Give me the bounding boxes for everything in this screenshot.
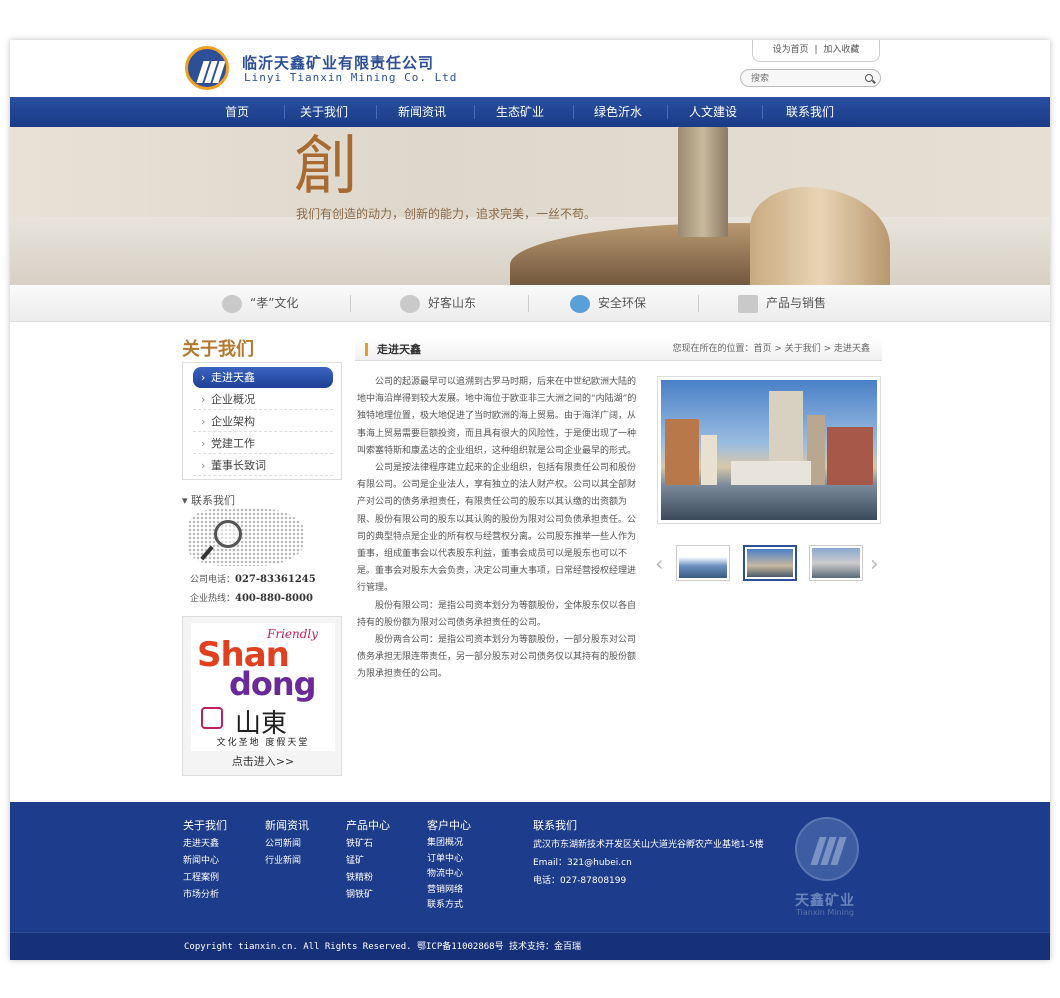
company-name-cn: 临沂天鑫矿业有限责任公司 (242, 54, 435, 72)
footer (10, 802, 1050, 932)
add-favorite-link[interactable]: 加入收藏 (823, 45, 859, 55)
sidebar-item-about-tianxin[interactable]: 走进天鑫 (193, 367, 333, 388)
article-paragraph: 股份有限公司：是指公司资本划分为等额股份，全体股东仅以各自持有的股份额为限对公司… (357, 600, 637, 628)
thumbnail-1[interactable] (676, 545, 730, 581)
magnifier-icon (214, 520, 242, 548)
company-name-en: Linyi Tianxin Mining Co. Ltd (244, 71, 458, 84)
sidebar-item-structure[interactable]: 企业架构 (193, 411, 333, 432)
sidebar-item-party[interactable]: 党建工作 (193, 433, 333, 454)
feature-hospitable-shandong[interactable]: 好客山东 (400, 285, 476, 322)
nav-divider (762, 105, 763, 119)
people-icon (222, 294, 242, 313)
search-box (740, 69, 881, 87)
copyright-bar: Copyright tianxin.cn. All Rights Reserve… (10, 932, 1050, 960)
article-paragraph: 公司是按法律程序建立起来的企业组织，包括有限责任公司和股份有限公司。公司是企业法… (357, 463, 637, 594)
content-title: 走进天鑫 (365, 338, 421, 361)
hero-banner: 創 我们有创造的动力，创新的能力，追求完美，一丝不苟。 (10, 127, 1050, 285)
banner-glyph: 創 (294, 130, 358, 204)
feature-filial-culture[interactable]: “孝”文化 (222, 285, 298, 322)
footer-col-products: 产品中心 铁矿石 锰矿 铁精粉 钢铁矿 (346, 819, 390, 900)
content-header: 走进天鑫 您现在所在的位置：首页 > 关于我们 > 走进天鑫 (355, 338, 882, 361)
nav-home[interactable]: 首页 (191, 97, 283, 127)
nav-about[interactable]: 关于我们 (278, 97, 370, 127)
footer-col-customers: 客户中心 集团概况 订单中心 物流中心 营销网络 联系方式 (427, 819, 471, 910)
article-paragraph: 股份两合公司：是指公司资本划分为等额股份，一部分股东对公司债务承担无限连带责任，… (357, 635, 637, 680)
footer-logo-text: 天鑫矿业 (795, 893, 855, 909)
footer-logo-icon (795, 817, 859, 881)
seal-icon (201, 707, 223, 729)
search-input[interactable] (751, 71, 861, 85)
next-arrow-icon[interactable]: › (870, 552, 879, 577)
feature-strip: “孝”文化 好客山东 安全环保 产品与销售 (10, 285, 1050, 322)
nav-eco-mining[interactable]: 生态矿业 (474, 97, 566, 127)
shandong-promo[interactable]: Friendly Shan dong 山東 文化圣地 度假天堂 点击进入>> (182, 616, 342, 776)
sidebar-menu: 走进天鑫 企业概况 企业架构 党建工作 董事长致词 (182, 362, 342, 480)
feature-divider (698, 295, 699, 312)
footer-col-about: 关于我们 走进天鑫 新闻中心 工程案例 市场分析 (183, 819, 227, 900)
main-nav: 首页 关于我们 新闻资讯 生态矿业 绿色沂水 人文建设 联系我们 (10, 97, 1050, 127)
footer-col-contact: 联系我们 武汉市东湖新技术开发区关山大道光谷孵农产业基地1-5楼 Email：3… (533, 819, 764, 886)
breadcrumb[interactable]: 您现在所在的位置：首页 > 关于我们 > 走进天鑫 (672, 338, 870, 361)
company-phone: 公司电话：027-83361245 (190, 574, 316, 585)
article-paragraph: 公司的起源最早可以追溯到古罗马时期，后来在中世纪欧洲大陆的地中海沿岸得到较大发展… (357, 377, 637, 456)
search-icon[interactable] (865, 74, 873, 82)
banner-rock-right (750, 187, 890, 285)
set-home-link[interactable]: 设为首页 (773, 45, 809, 55)
sidebar-item-chairman[interactable]: 董事长致词 (193, 455, 333, 476)
top-links-separator: | (814, 45, 818, 55)
top-links: 设为首页 | 加入收藏 (752, 40, 880, 62)
footer-logo-en: Tianxin Mining (796, 908, 854, 917)
feature-divider (350, 295, 351, 312)
feature-divider (528, 295, 529, 312)
contact-heading: ▾ 联系我们 (182, 494, 236, 507)
banner-stone-pillar (678, 127, 728, 237)
smiley-icon (400, 294, 420, 313)
company-hotline: 企业热线：400-880-8000 (190, 593, 313, 604)
nav-news[interactable]: 新闻资讯 (376, 97, 468, 127)
sidebar-item-overview[interactable]: 企业概况 (193, 389, 333, 410)
copyright-text: Copyright tianxin.cn. All Rights Reserve… (184, 942, 582, 952)
nav-contact[interactable]: 联系我们 (764, 97, 856, 127)
company-logo-icon[interactable] (185, 46, 229, 90)
recycle-icon (570, 294, 590, 313)
thumbnail-3[interactable] (809, 545, 863, 581)
prev-arrow-icon[interactable]: ‹ (655, 552, 664, 577)
banner-slogan: 我们有创造的动力，创新的能力，追求完美，一丝不苟。 (296, 207, 597, 221)
nav-culture[interactable]: 人文建设 (667, 97, 759, 127)
footer-col-news: 新闻资讯 公司新闻 行业新闻 (265, 819, 309, 866)
nav-green-yishui[interactable]: 绿色沂水 (572, 97, 664, 127)
city-skyline-image (661, 380, 877, 520)
thumbnail-2[interactable] (743, 545, 797, 581)
cart-icon (738, 294, 758, 313)
sidebar-title: 关于我们 (182, 339, 254, 360)
shandong-logo-image: Friendly Shan dong 山東 文化圣地 度假天堂 (191, 623, 335, 751)
main-photo (657, 376, 881, 524)
feature-safety-environment[interactable]: 安全环保 (570, 285, 646, 322)
article-body: 公司的起源最早可以追溯到古罗马时期，后来在中世纪欧洲大陆的地中海沿岸得到较大发展… (357, 374, 637, 684)
feature-products-sales[interactable]: 产品与销售 (738, 285, 826, 322)
shandong-enter-link[interactable]: 点击进入>> (183, 753, 343, 769)
